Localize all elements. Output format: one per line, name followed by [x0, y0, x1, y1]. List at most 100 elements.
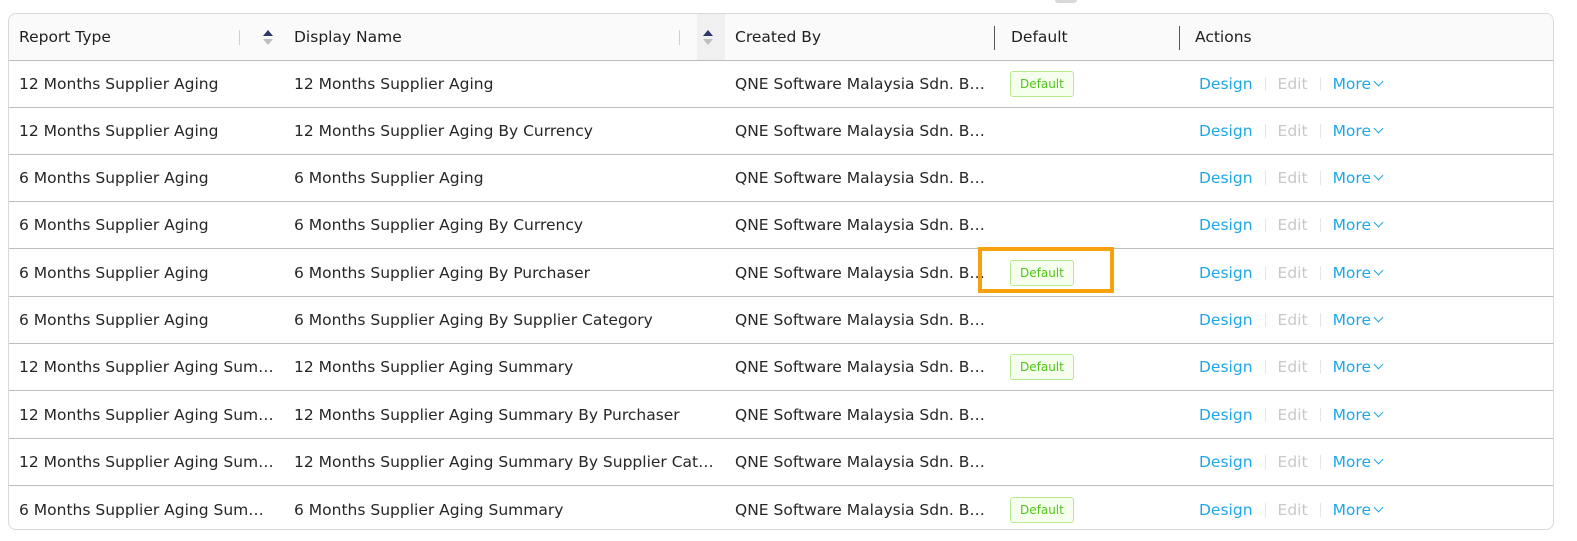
table-row[interactable]: 12 Months Supplier Aging 12 Months Suppl… — [9, 108, 1553, 155]
report-type-text: 12 Months Supplier Aging — [19, 122, 219, 140]
column-header-label: Report Type — [19, 28, 111, 46]
display-name-cell: 6 Months Supplier Aging By Supplier Cate… — [294, 297, 724, 343]
created-by-text: QNE Software Malaysia Sdn. B… — [735, 453, 985, 471]
more-label: More — [1332, 405, 1371, 424]
action-divider — [1264, 265, 1266, 280]
display-name-cell: 12 Months Supplier Aging Summary By Purc… — [294, 391, 724, 438]
sort-icon[interactable] — [263, 27, 273, 47]
more-dropdown[interactable]: More — [1333, 75, 1384, 93]
column-header-actions: Actions — [1195, 14, 1495, 60]
design-link[interactable]: Design — [1199, 406, 1253, 424]
created-by-cell: QNE Software Malaysia Sdn. B… — [735, 249, 991, 296]
more-dropdown[interactable]: More — [1333, 358, 1384, 376]
design-link[interactable]: Design — [1199, 453, 1253, 471]
edit-link[interactable]: Edit — [1278, 453, 1308, 471]
display-name-text: 12 Months Supplier Aging Summary By Purc… — [294, 405, 680, 424]
design-link[interactable]: Design — [1199, 75, 1253, 93]
default-cell: Default — [1010, 61, 1170, 107]
column-header-default[interactable]: Default — [1011, 14, 1171, 60]
report-type-cell: 12 Months Supplier Aging — [19, 108, 277, 154]
actions-cell: Design Edit More — [1199, 61, 1499, 107]
table-row[interactable]: 6 Months Supplier Aging 6 Months Supplie… — [9, 155, 1553, 202]
created-by-cell: QNE Software Malaysia Sdn. B… — [735, 297, 991, 343]
default-cell — [1010, 155, 1170, 201]
more-dropdown[interactable]: More — [1332, 311, 1384, 329]
report-table: Report Type Display Name Created By Defa… — [8, 13, 1554, 530]
column-divider — [239, 30, 240, 45]
more-label: More — [1332, 216, 1371, 234]
table-row[interactable]: 12 Months Supplier Aging Sum… 12 Months … — [9, 439, 1553, 486]
column-resize-handle[interactable] — [994, 26, 995, 50]
more-dropdown[interactable]: More — [1332, 216, 1384, 234]
default-cell — [1010, 439, 1170, 485]
edit-link[interactable]: Edit — [1278, 216, 1308, 234]
report-type-text: 6 Months Supplier Aging — [19, 311, 209, 329]
more-label: More — [1332, 453, 1371, 471]
actions-cell: Design Edit More — [1199, 108, 1499, 154]
created-by-cell: QNE Software Malaysia Sdn. B… — [735, 486, 991, 529]
table-row[interactable]: 6 Months Supplier Aging 6 Months Supplie… — [9, 202, 1553, 249]
table-row[interactable]: 6 Months Supplier Aging 6 Months Supplie… — [9, 249, 1553, 297]
column-header-display-name[interactable]: Display Name — [294, 14, 724, 60]
more-dropdown[interactable]: More — [1332, 263, 1384, 282]
design-link[interactable]: Design — [1199, 501, 1253, 519]
design-link[interactable]: Design — [1199, 264, 1253, 282]
edit-link[interactable]: Edit — [1278, 501, 1308, 519]
display-name-cell: 12 Months Supplier Aging — [294, 61, 724, 107]
default-cell — [1010, 202, 1170, 248]
column-header-created-by[interactable]: Created By — [735, 14, 995, 60]
more-dropdown[interactable]: More — [1332, 453, 1384, 471]
more-dropdown[interactable]: More — [1333, 501, 1384, 519]
report-type-cell: 12 Months Supplier Aging — [19, 61, 277, 107]
more-dropdown[interactable]: More — [1332, 122, 1384, 140]
design-link[interactable]: Design — [1199, 122, 1253, 140]
actions-cell: Design Edit More — [1199, 297, 1499, 343]
edit-link[interactable]: Edit — [1278, 358, 1308, 376]
chevron-down-icon — [1373, 123, 1384, 134]
chevron-down-icon — [1373, 76, 1384, 87]
more-label: More — [1332, 122, 1371, 140]
edit-link[interactable]: Edit — [1278, 311, 1308, 329]
chevron-down-icon — [1373, 359, 1384, 370]
table-row[interactable]: 6 Months Supplier Aging 6 Months Supplie… — [9, 297, 1553, 344]
display-name-text: 12 Months Supplier Aging Summary By Supp… — [294, 453, 714, 471]
report-type-text: 12 Months Supplier Aging — [19, 75, 219, 93]
chevron-down-icon — [1373, 407, 1384, 417]
design-link[interactable]: Design — [1199, 169, 1253, 187]
column-header-label: Actions — [1195, 28, 1252, 46]
edit-link[interactable]: Edit — [1278, 75, 1308, 93]
column-resize-handle[interactable] — [1179, 26, 1180, 50]
sort-icon[interactable] — [703, 27, 713, 47]
created-by-cell: QNE Software Malaysia Sdn. B… — [735, 344, 991, 390]
edit-link[interactable]: Edit — [1278, 406, 1308, 424]
more-dropdown[interactable]: More — [1332, 405, 1384, 424]
display-name-text: 12 Months Supplier Aging — [294, 75, 494, 93]
display-name-text: 12 Months Supplier Aging By Currency — [294, 122, 593, 140]
table-row[interactable]: 12 Months Supplier Aging Sum… 12 Months … — [9, 344, 1553, 391]
design-link[interactable]: Design — [1199, 358, 1253, 376]
action-divider — [1264, 407, 1266, 422]
action-divider — [1319, 265, 1321, 280]
edit-link[interactable]: Edit — [1278, 264, 1308, 282]
more-label: More — [1332, 311, 1371, 329]
table-row[interactable]: 12 Months Supplier Aging Sum… 12 Months … — [9, 391, 1553, 439]
report-type-text: 12 Months Supplier Aging Sum… — [19, 358, 274, 376]
more-label: More — [1332, 169, 1371, 187]
created-by-text: QNE Software Malaysia Sdn. B… — [735, 405, 985, 424]
column-header-report-type[interactable]: Report Type — [19, 14, 279, 60]
design-link[interactable]: Design — [1199, 216, 1253, 234]
report-type-text: 12 Months Supplier Aging Sum… — [19, 405, 274, 424]
table-row[interactable]: 12 Months Supplier Aging 12 Months Suppl… — [9, 61, 1553, 108]
more-label: More — [1332, 263, 1371, 282]
report-type-text: 6 Months Supplier Aging Sum… — [19, 500, 264, 519]
table-row[interactable]: 6 Months Supplier Aging Sum… 6 Months Su… — [9, 486, 1553, 529]
edit-link[interactable]: Edit — [1278, 169, 1308, 187]
created-by-cell: QNE Software Malaysia Sdn. B… — [735, 155, 991, 201]
chevron-down-icon — [1373, 170, 1384, 181]
design-link[interactable]: Design — [1199, 311, 1253, 329]
edit-link[interactable]: Edit — [1278, 122, 1308, 140]
report-type-cell: 6 Months Supplier Aging — [19, 202, 277, 248]
default-cell: Default — [1010, 344, 1170, 390]
display-name-cell: 6 Months Supplier Aging Summary — [294, 486, 724, 529]
more-dropdown[interactable]: More — [1332, 169, 1384, 187]
